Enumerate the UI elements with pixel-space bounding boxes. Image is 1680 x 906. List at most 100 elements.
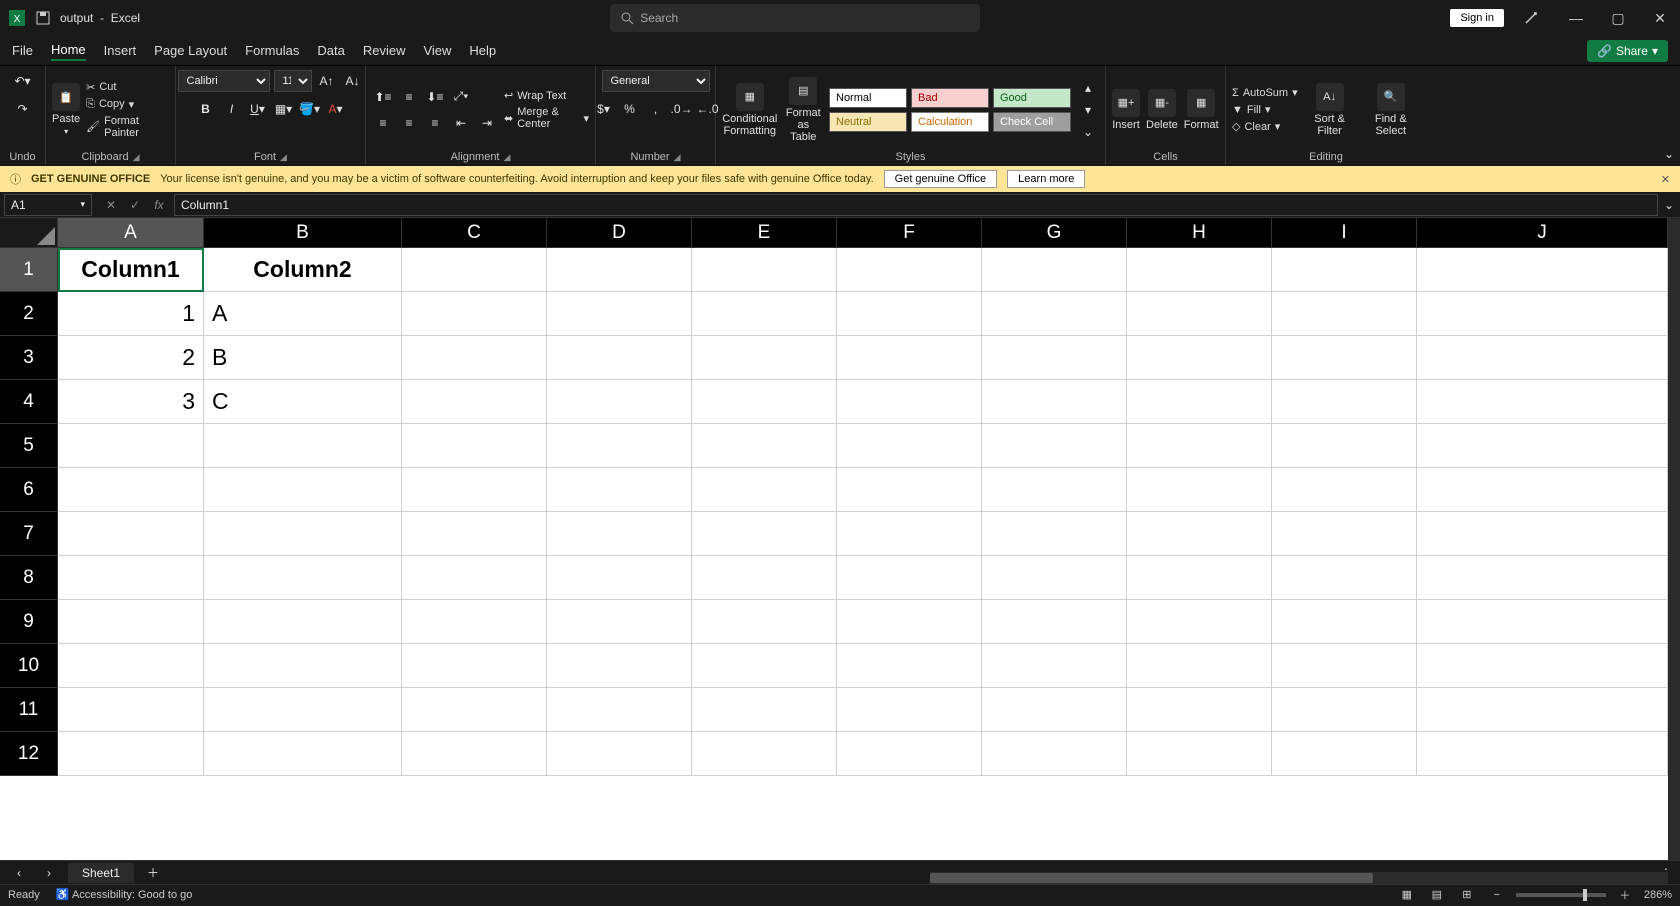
tab-help[interactable]: Help (469, 41, 496, 60)
cell-E10[interactable] (692, 644, 837, 688)
styles-more-icon[interactable]: ⌄ (1077, 121, 1099, 143)
cell-I12[interactable] (1272, 732, 1417, 776)
decrease-font-icon[interactable]: A↓ (342, 70, 364, 92)
share-button[interactable]: 🔗 Share ▾ (1587, 40, 1668, 62)
row-header-8[interactable]: 8 (0, 556, 58, 600)
align-middle-icon[interactable]: ≡ (398, 86, 420, 108)
get-genuine-office-button[interactable]: Get genuine Office (884, 170, 998, 188)
cell-G4[interactable] (982, 380, 1127, 424)
cell-D12[interactable] (547, 732, 692, 776)
formula-input[interactable] (174, 194, 1658, 216)
fx-icon[interactable]: fx (148, 194, 170, 216)
cell-C5[interactable] (402, 424, 547, 468)
cell-B5[interactable] (204, 424, 402, 468)
cell-J2[interactable] (1417, 292, 1668, 336)
align-left-icon[interactable]: ≡ (372, 112, 394, 134)
cell-B9[interactable] (204, 600, 402, 644)
increase-font-icon[interactable]: A↑ (316, 70, 338, 92)
cell-G1[interactable] (982, 248, 1127, 292)
tab-file[interactable]: File (12, 41, 33, 60)
font-name-select[interactable]: Calibri (178, 70, 270, 92)
cell-G12[interactable] (982, 732, 1127, 776)
cell-J6[interactable] (1417, 468, 1668, 512)
cell-A6[interactable] (58, 468, 204, 512)
cell-F1[interactable] (837, 248, 982, 292)
cell-C11[interactable] (402, 688, 547, 732)
insert-cells-button[interactable]: ▦+Insert (1112, 89, 1140, 131)
cell-B1[interactable]: Column2 (204, 248, 402, 292)
cell-I2[interactable] (1272, 292, 1417, 336)
cell-B7[interactable] (204, 512, 402, 556)
row-header-11[interactable]: 11 (0, 688, 58, 732)
cell-H9[interactable] (1127, 600, 1272, 644)
cell-I3[interactable] (1272, 336, 1417, 380)
cell-I4[interactable] (1272, 380, 1417, 424)
cell-I8[interactable] (1272, 556, 1417, 600)
cell-G3[interactable] (982, 336, 1127, 380)
cell-E4[interactable] (692, 380, 837, 424)
font-launcher-icon[interactable]: ◢ (276, 152, 287, 162)
cell-E9[interactable] (692, 600, 837, 644)
row-header-9[interactable]: 9 (0, 600, 58, 644)
styles-scroll-down-icon[interactable]: ▾ (1077, 99, 1099, 121)
horizontal-scrollbar[interactable] (930, 872, 1668, 884)
cell-F4[interactable] (837, 380, 982, 424)
undo-button[interactable]: ↶▾ (12, 70, 34, 92)
fill-button[interactable]: ▼ Fill ▾ (1232, 103, 1298, 116)
style-calculation[interactable]: Calculation (911, 112, 989, 132)
tab-home[interactable]: Home (51, 40, 86, 61)
cell-C9[interactable] (402, 600, 547, 644)
cell-A8[interactable] (58, 556, 204, 600)
sheet-tab[interactable]: Sheet1 (68, 863, 134, 883)
cell-H8[interactable] (1127, 556, 1272, 600)
cell-J4[interactable] (1417, 380, 1668, 424)
zoom-slider[interactable] (1516, 893, 1606, 897)
align-bottom-icon[interactable]: ⬇≡ (424, 86, 446, 108)
style-check-cell[interactable]: Check Cell (993, 112, 1071, 132)
row-header-3[interactable]: 3 (0, 336, 58, 380)
close-button[interactable]: ✕ (1648, 10, 1672, 27)
fill-color-button[interactable]: 🪣▾ (299, 98, 321, 120)
cell-G8[interactable] (982, 556, 1127, 600)
cell-G7[interactable] (982, 512, 1127, 556)
font-size-select[interactable]: 11 (274, 70, 312, 92)
tab-insert[interactable]: Insert (104, 41, 137, 60)
number-launcher-icon[interactable]: ◢ (670, 152, 681, 162)
conditional-formatting-button[interactable]: ▦Conditional Formatting (722, 83, 778, 137)
cell-I1[interactable] (1272, 248, 1417, 292)
next-sheet-icon[interactable]: › (38, 862, 60, 884)
cell-A4[interactable]: 3 (58, 380, 204, 424)
cell-G6[interactable] (982, 468, 1127, 512)
select-all-corner[interactable] (0, 218, 58, 248)
delete-cells-button[interactable]: ▦-Delete (1146, 89, 1178, 131)
underline-button[interactable]: U▾ (247, 98, 269, 120)
col-header-B[interactable]: B (204, 218, 402, 248)
cell-F5[interactable] (837, 424, 982, 468)
warning-close-icon[interactable]: ✕ (1661, 173, 1670, 186)
cell-H3[interactable] (1127, 336, 1272, 380)
copy-button[interactable]: ⎘ Copy ▾ (86, 98, 169, 111)
italic-button[interactable]: I (221, 98, 243, 120)
row-header-6[interactable]: 6 (0, 468, 58, 512)
row-header-12[interactable]: 12 (0, 732, 58, 776)
cell-G9[interactable] (982, 600, 1127, 644)
cell-I9[interactable] (1272, 600, 1417, 644)
row-header-5[interactable]: 5 (0, 424, 58, 468)
cell-E7[interactable] (692, 512, 837, 556)
tab-view[interactable]: View (423, 41, 451, 60)
cell-J5[interactable] (1417, 424, 1668, 468)
search-box[interactable]: Search (610, 4, 980, 32)
vertical-scrollbar[interactable] (1668, 218, 1680, 864)
style-neutral[interactable]: Neutral (829, 112, 907, 132)
style-normal[interactable]: Normal (829, 88, 907, 108)
styles-scroll-up-icon[interactable]: ▴ (1077, 77, 1099, 99)
cell-G5[interactable] (982, 424, 1127, 468)
view-page-break-icon[interactable]: ⊞ (1456, 884, 1478, 906)
name-box[interactable]: A1▾ (4, 194, 92, 216)
cell-C8[interactable] (402, 556, 547, 600)
cell-A7[interactable] (58, 512, 204, 556)
cell-E3[interactable] (692, 336, 837, 380)
cell-B4[interactable]: C (204, 380, 402, 424)
cell-B10[interactable] (204, 644, 402, 688)
tab-formulas[interactable]: Formulas (245, 41, 299, 60)
